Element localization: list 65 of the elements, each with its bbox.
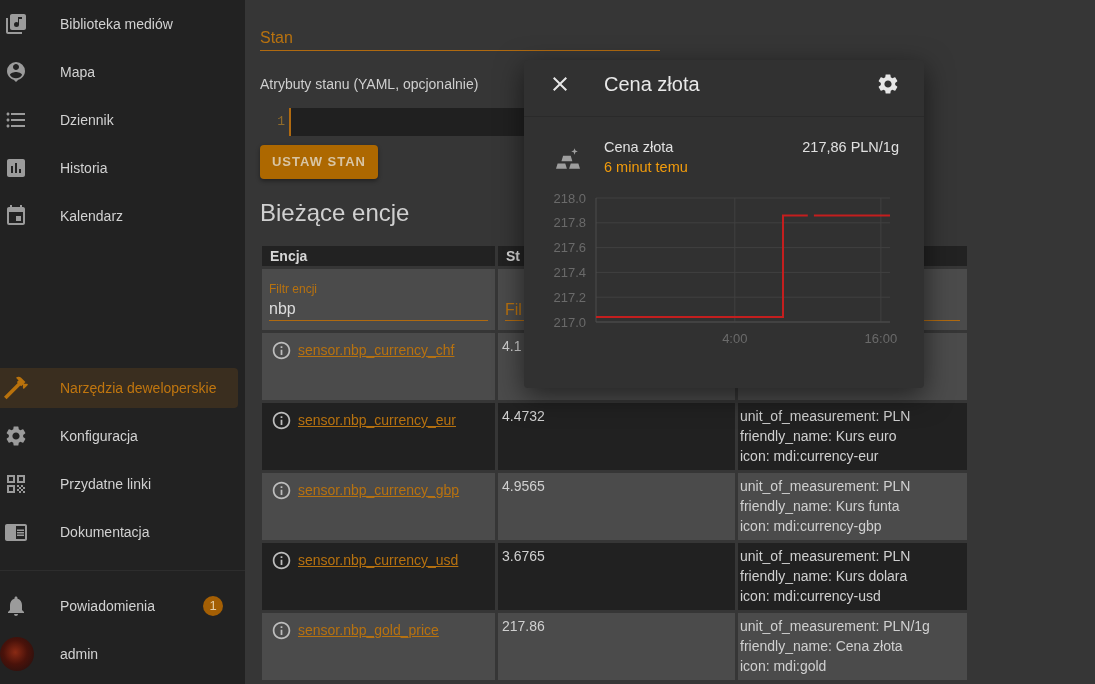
dialog-title: Cena złota xyxy=(604,72,700,96)
y-tick-label: 217.0 xyxy=(553,314,586,330)
y-tick-label: 217.2 xyxy=(553,289,586,305)
attribute-line: friendly_name: Kurs funta xyxy=(740,497,901,516)
code-editor-field[interactable] xyxy=(289,108,524,136)
entity-link[interactable]: sensor.nbp_currency_eur xyxy=(298,410,456,431)
music-library-icon xyxy=(4,12,28,36)
column-header: Encja xyxy=(262,246,495,266)
attribute-line: friendly_name: Kurs dolara xyxy=(740,567,909,586)
qr-code-icon xyxy=(4,472,28,496)
info-icon[interactable] xyxy=(271,480,292,501)
attribute-line: icon: mdi:currency-usd xyxy=(740,587,882,606)
entity-link[interactable]: sensor.nbp_currency_usd xyxy=(298,550,459,571)
settings-icon xyxy=(876,72,900,96)
info-icon[interactable] xyxy=(271,620,292,641)
column-header xyxy=(924,246,967,266)
ingot-stack-icon xyxy=(556,148,580,169)
person-pin-icon xyxy=(4,60,28,84)
user-item[interactable]: admin xyxy=(0,634,238,674)
entity-state: 217,86 PLN/1g xyxy=(802,138,899,157)
table-cell: 217.86 xyxy=(498,613,735,680)
sidebar-item[interactable]: Narzędzia deweloperskie xyxy=(0,368,238,408)
sidebar-item[interactable]: Dokumentacja xyxy=(0,512,238,552)
info-icon[interactable] xyxy=(271,340,292,361)
attribute-line: friendly_name: Cena złota xyxy=(740,637,904,656)
attribute-line: unit_of_measurement: PLN xyxy=(740,477,912,496)
sidebar-item[interactable]: Kalendarz xyxy=(0,196,238,236)
y-tick-label: 217.4 xyxy=(553,264,586,280)
table-cell: 4.4732 xyxy=(498,403,735,470)
attribute-line: unit_of_measurement: PLN xyxy=(740,407,912,426)
sidebar-item[interactable]: Przydatne linki xyxy=(0,464,238,504)
y-tick-label: 218.0 xyxy=(553,190,586,206)
attribute-line: icon: mdi:gold xyxy=(740,657,828,676)
last-changed: 6 minut temu xyxy=(604,158,688,177)
calendar-icon xyxy=(4,204,28,228)
attribute-line: friendly_name: Kurs euro xyxy=(740,427,898,446)
section-heading: Bieżące encje xyxy=(260,198,410,228)
x-tick-label: 16:00 xyxy=(864,331,898,346)
settings-button[interactable] xyxy=(876,72,900,96)
sidebar-item[interactable]: Mapa xyxy=(0,52,238,92)
sidebar-item[interactable]: Biblioteka mediów xyxy=(0,4,238,44)
entity-filter-field[interactable]: Filtr encji nbp xyxy=(269,282,488,321)
state-input[interactable]: Stan xyxy=(260,26,660,51)
user-avatar xyxy=(0,637,34,671)
bar-chart-icon xyxy=(4,156,28,180)
sidebar-item[interactable]: Historia xyxy=(0,148,238,188)
table-cell: 4.9565 xyxy=(498,473,735,540)
sidebar-item[interactable]: Konfiguracja xyxy=(0,416,238,456)
attribute-line: icon: mdi:currency-gbp xyxy=(740,517,883,536)
y-tick-label: 217.8 xyxy=(553,215,586,231)
notification-count: 1 xyxy=(203,596,223,616)
info-icon[interactable] xyxy=(271,550,292,571)
sidebar-item[interactable]: Dziennik xyxy=(0,100,238,140)
info-icon[interactable] xyxy=(271,410,292,431)
settings-icon xyxy=(4,424,28,448)
line-number: 1 xyxy=(277,113,285,131)
attribute-line: unit_of_measurement: PLN/1g xyxy=(740,617,931,636)
attributes-label: Atrybuty stanu (YAML, opcjonalnie) xyxy=(260,75,479,94)
hammer-icon xyxy=(4,376,28,400)
entity-name: Cena złota xyxy=(604,138,675,157)
table-cell: 3.6765 xyxy=(498,543,735,610)
attribute-line: icon: mdi:currency-eur xyxy=(740,447,880,466)
attribute-line: unit_of_measurement: PLN xyxy=(740,547,912,566)
state-filter-field[interactable]: Fil xyxy=(505,299,524,321)
notifications-item[interactable]: Powiadomienia 1 xyxy=(0,586,238,626)
